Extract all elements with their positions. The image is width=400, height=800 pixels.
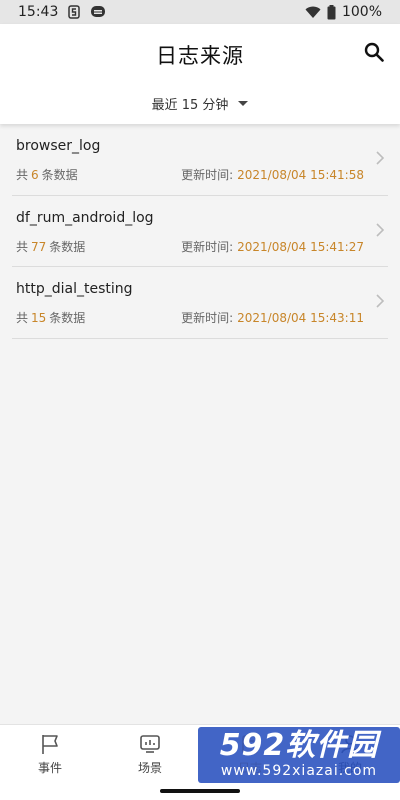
gesture-area <box>0 784 400 800</box>
updated-value: 2021/08/04 15:43:11 <box>237 311 364 325</box>
chat-bubble-icon <box>90 5 106 19</box>
log-count: 共 77 条数据 <box>16 238 85 255</box>
dashboard-icon <box>138 733 162 755</box>
chevron-right-icon <box>374 222 386 238</box>
list-item[interactable]: http_dial_testing 共 15 条数据 更新时间: 2021/08/04… <box>12 267 388 339</box>
list-item[interactable]: browser_log 共 6 条数据 更新时间: 2021/08/04 15:41:… <box>12 124 388 196</box>
log-source-name: df_rum_android_log <box>16 209 154 226</box>
watermark-url: www.592xiazai.com <box>220 763 378 779</box>
log-source-name: browser_log <box>16 138 101 154</box>
wifi-icon <box>305 6 321 19</box>
search-button[interactable] <box>360 40 388 68</box>
list-item[interactable]: df_rum_android_log 共 77 条数据 更新时间: 2021/08/0… <box>12 196 388 267</box>
flag-icon <box>38 733 62 755</box>
watermark: 592软件园 www.592xiazai.com <box>198 727 400 783</box>
page-title: 日志来源 <box>156 44 244 68</box>
status-bar: 15:43 100% <box>0 0 400 24</box>
time-filter-dropdown[interactable]: 最近 15 分钟 <box>0 94 400 113</box>
updated-label: 更新时间: <box>181 239 234 254</box>
search-icon <box>364 42 384 66</box>
count-suffix: 条数据 <box>41 168 78 182</box>
count-prefix: 共 <box>16 239 29 254</box>
count-value: 6 <box>31 168 39 182</box>
log-count: 共 15 条数据 <box>16 309 85 326</box>
updated-value: 2021/08/04 15:41:58 <box>237 168 364 182</box>
status-time: 15:43 <box>18 4 59 20</box>
updated-value: 2021/08/04 15:41:27 <box>237 239 364 254</box>
updated-label: 更新时间: <box>181 168 234 182</box>
battery-icon <box>327 4 336 20</box>
nav-label: 事件 <box>37 761 62 775</box>
last-updated: 更新时间: 2021/08/04 15:43:11 <box>181 309 364 326</box>
chevron-right-icon <box>374 293 386 309</box>
log-source-list: browser_log 共 6 条数据 更新时间: 2021/08/04 15:41:… <box>0 124 400 339</box>
count-prefix: 共 <box>16 168 29 182</box>
time-filter-label: 最近 15 分钟 <box>151 98 229 113</box>
chevron-right-icon <box>374 150 386 166</box>
nav-item-events[interactable]: 事件 <box>0 725 100 784</box>
updated-label: 更新时间: <box>181 311 234 325</box>
log-count: 共 6 条数据 <box>16 166 78 183</box>
s-badge-icon <box>68 5 81 19</box>
log-source-name: http_dial_testing <box>16 281 133 297</box>
caret-down-icon <box>238 101 249 106</box>
count-prefix: 共 <box>16 311 29 325</box>
last-updated: 更新时间: 2021/08/04 15:41:27 <box>181 238 364 255</box>
watermark-brand: 592软件园 <box>219 728 379 763</box>
nav-item-scenes[interactable]: 场景 <box>100 725 200 784</box>
count-value: 77 <box>31 239 47 254</box>
battery-level: 100% <box>341 4 382 20</box>
nav-label: 场景 <box>137 761 162 775</box>
last-updated: 更新时间: 2021/08/04 15:41:58 <box>181 166 364 183</box>
count-suffix: 条数据 <box>49 311 86 325</box>
app-bar: 日志来源 最近 15 分钟 <box>0 24 400 124</box>
home-gesture-handle[interactable] <box>160 789 240 793</box>
count-value: 15 <box>31 311 47 325</box>
count-suffix: 条数据 <box>49 239 86 254</box>
